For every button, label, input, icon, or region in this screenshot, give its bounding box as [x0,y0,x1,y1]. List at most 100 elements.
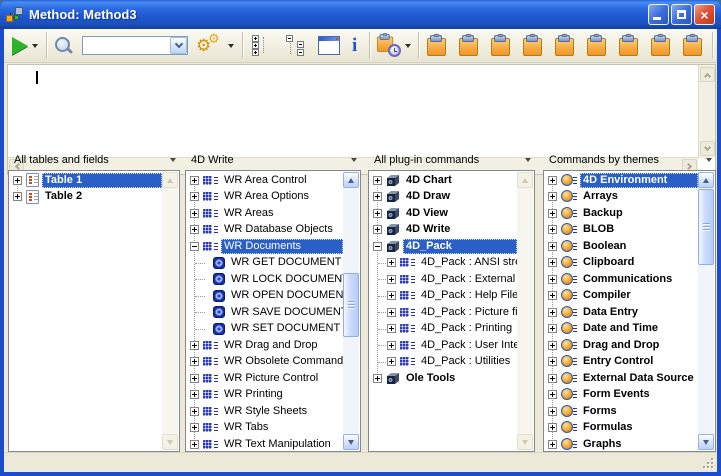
tree-item[interactable]: Arrays [545,189,698,206]
tree-item[interactable]: Drag and Drop [545,337,698,354]
tree-item[interactable]: 4D_Pack : User Inte [370,337,517,354]
clipboard-button[interactable] [683,35,702,56]
expand-icon[interactable] [373,225,382,234]
tree-item[interactable]: Communications [545,271,698,288]
tree-item[interactable]: 4D Environment [545,172,698,189]
expand-icon[interactable] [387,341,396,350]
tree-item[interactable]: Table 2 [10,189,162,206]
tree-item[interactable]: 4D_Pack : Help Files [370,288,517,305]
clipboard-button[interactable] [587,35,606,56]
expand-icon[interactable] [387,308,396,317]
tree-item[interactable]: WR Areas [187,205,343,222]
tree-item[interactable]: WR Area Control [187,172,343,189]
expand-icon[interactable] [13,176,22,185]
tree-item[interactable]: WR Area Options [187,189,343,206]
expand-icon[interactable] [387,324,396,333]
tree-item[interactable]: WR Database Objects [187,222,343,239]
tree-item[interactable]: WR Documents [187,238,343,255]
header-dropdown-icon[interactable] [170,158,176,165]
expand-icon[interactable] [548,225,557,234]
titlebar[interactable]: Method: Method3 × [0,0,721,29]
scroll-up-button[interactable] [517,172,533,188]
tree-item[interactable]: 4D_Pack [370,238,517,255]
expand-icon[interactable] [548,357,557,366]
expand-icon[interactable] [373,209,382,218]
scroll-down-button[interactable] [517,434,533,450]
collapse-icon[interactable] [190,242,199,251]
tree-item[interactable]: Data Entry [545,304,698,321]
tree-item[interactable]: WR Obsolete Commands [187,354,343,371]
expand-icon[interactable] [548,291,557,300]
panel-header[interactable]: 4D Write [185,150,361,170]
run-dropdown-icon[interactable] [32,44,38,51]
search-combobox[interactable] [82,36,188,55]
clipboard-button[interactable] [459,35,478,56]
expand-icon[interactable] [548,324,557,333]
panel-header[interactable]: All tables and fields [8,150,180,170]
expand-icon[interactable] [387,291,396,300]
expand-icon[interactable] [548,423,557,432]
4d-write-command-list[interactable]: WR Area ControlWR Area OptionsWR AreasWR… [185,170,361,452]
macros-dropdown-icon[interactable] [405,44,411,51]
expand-icon[interactable] [190,423,199,432]
tree-item[interactable]: 4D_Pack : Picture fil [370,304,517,321]
tree-item[interactable]: Ole Tools [370,370,517,387]
scrollbar[interactable] [162,172,178,450]
panel-header[interactable]: Commands by themes [543,150,716,170]
scrollbar[interactable] [343,172,359,450]
clipboard-button[interactable] [619,35,638,56]
close-button[interactable]: × [694,4,715,25]
expand-icon[interactable] [548,242,557,251]
expand-icon[interactable] [548,192,557,201]
clipboard-button[interactable] [555,35,574,56]
tree-item[interactable]: Graphs [545,436,698,450]
expand-icon[interactable] [373,176,382,185]
expand-icon[interactable] [373,192,382,201]
expand-icon[interactable] [548,374,557,383]
tree-item[interactable]: 4D_Pack : Printing [370,321,517,338]
header-dropdown-icon[interactable] [706,158,712,165]
expand-icon[interactable] [190,407,199,416]
tree-item[interactable]: BLOB [545,222,698,239]
scroll-up-button[interactable] [162,172,178,188]
expand-icon[interactable] [190,176,199,185]
expand-icon[interactable] [548,407,557,416]
editor-window-button[interactable] [318,36,340,55]
search-input[interactable] [83,38,170,53]
expand-icon[interactable] [190,209,199,218]
expand-icon[interactable] [548,275,557,284]
tree-item[interactable]: Clipboard [545,255,698,272]
settings-dropdown-icon[interactable] [228,44,234,51]
tree-item[interactable]: Forms [545,403,698,420]
scroll-up-button[interactable] [700,67,715,82]
scrollbar-thumb[interactable] [698,189,714,265]
header-dropdown-icon[interactable] [525,158,531,165]
collapse-icon[interactable] [373,242,382,251]
expand-icon[interactable] [190,341,199,350]
collapse-all-button[interactable] [286,35,306,57]
expand-icon[interactable] [548,209,557,218]
scroll-down-button[interactable] [162,434,178,450]
tree-item[interactable]: Compiler [545,288,698,305]
expand-icon[interactable] [548,176,557,185]
tree-item[interactable]: WR SAVE DOCUMENT [187,304,343,321]
resize-grip-icon[interactable] [700,455,714,469]
scrollbar[interactable] [698,172,714,450]
tables-list[interactable]: Table 1Table 2 [8,170,180,452]
tree-item[interactable]: Form Events [545,387,698,404]
expand-icon[interactable] [548,258,557,267]
minimize-button[interactable] [648,4,669,25]
combobox-dropdown-button[interactable] [170,37,187,54]
tree-item[interactable]: WR LOCK DOCUMENT [187,271,343,288]
panel-header[interactable]: All plug-in commands [368,150,535,170]
header-dropdown-icon[interactable] [351,158,357,165]
expand-icon[interactable] [190,192,199,201]
expand-all-button[interactable] [252,35,272,57]
macros-button[interactable] [377,34,411,57]
tree-item[interactable]: Date and Time [545,321,698,338]
tree-item[interactable]: 4D_Pack : External [370,271,517,288]
clipboard-button[interactable] [491,35,510,56]
tree-item[interactable]: External Data Source [545,370,698,387]
clipboard-button[interactable] [523,35,542,56]
tree-item[interactable]: 4D Write [370,222,517,239]
